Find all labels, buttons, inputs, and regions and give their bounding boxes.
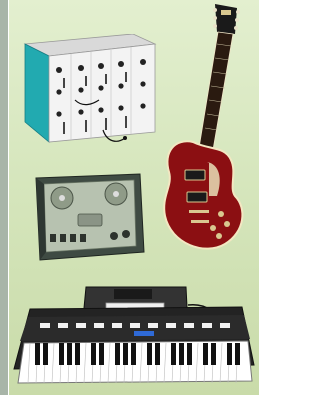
left-border-strip xyxy=(0,0,8,395)
modular-synthesizer-image xyxy=(23,34,157,143)
tape-recorder-image xyxy=(35,173,145,261)
image-frame xyxy=(0,0,259,395)
electric-guitar-image xyxy=(163,4,244,250)
keyboard-synthesizer-image xyxy=(13,286,255,384)
